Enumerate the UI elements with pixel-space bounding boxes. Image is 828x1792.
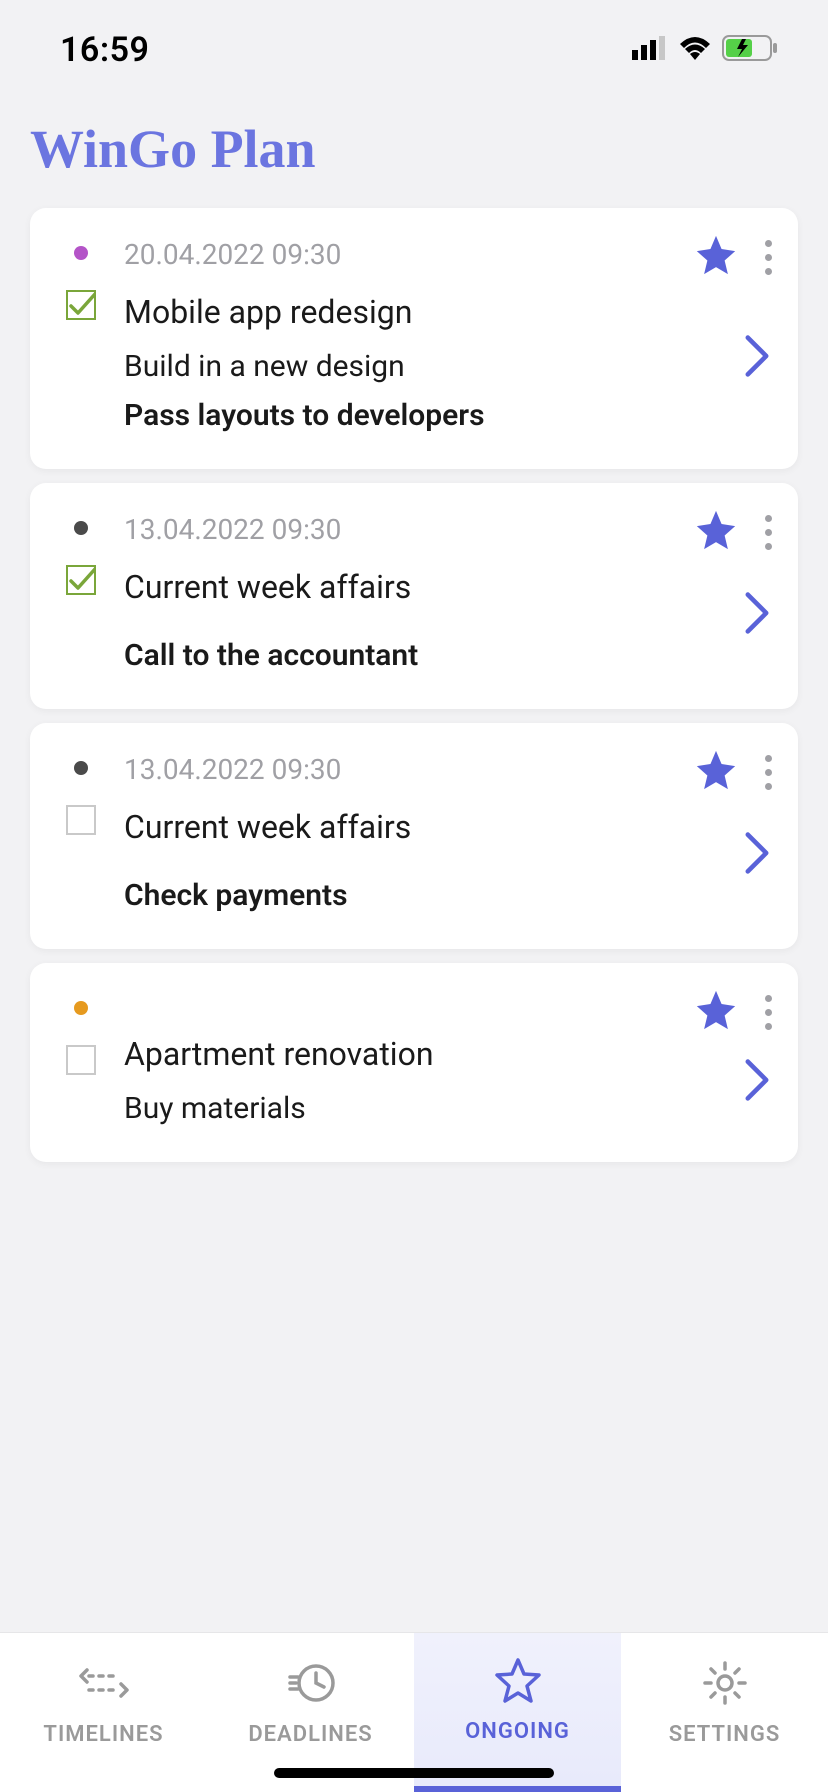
task-title: Apartment renovation: [124, 1035, 654, 1073]
category-dot: [74, 1001, 88, 1015]
task-subtask: Build in a new design: [124, 349, 654, 384]
page-title: WinGo Plan: [0, 100, 828, 208]
star-icon[interactable]: [693, 747, 739, 797]
star-icon[interactable]: [693, 232, 739, 282]
task-list: 20.04.2022 09:30 Mobile app redesign Bui…: [0, 208, 828, 1162]
category-dot: [74, 521, 88, 535]
more-icon[interactable]: [757, 751, 780, 794]
star-icon[interactable]: [693, 507, 739, 557]
task-subtask: Pass layouts to developers: [124, 398, 654, 433]
category-dot: [74, 246, 88, 260]
status-bar: 16:59: [0, 0, 828, 100]
task-title: Current week affairs: [124, 808, 654, 846]
chevron-right-icon[interactable]: [740, 1057, 774, 1107]
clock-icon: [286, 1658, 336, 1712]
task-checkbox[interactable]: [66, 805, 96, 835]
tab-label: DEADLINES: [248, 1722, 372, 1747]
more-icon[interactable]: [757, 991, 780, 1034]
cellular-icon: [632, 36, 668, 64]
task-card[interactable]: Apartment renovation Buy materials: [30, 963, 798, 1162]
wifi-icon: [678, 36, 712, 64]
status-time: 16:59: [60, 30, 149, 70]
status-indicators: [632, 35, 778, 65]
task-subtask: Buy materials: [124, 1091, 654, 1126]
task-card[interactable]: 20.04.2022 09:30 Mobile app redesign Bui…: [30, 208, 798, 469]
tab-label: ONGOING: [465, 1719, 570, 1744]
more-icon[interactable]: [757, 511, 780, 554]
task-date: 20.04.2022 09:30: [124, 238, 654, 271]
task-date: [124, 993, 654, 1025]
task-title: Mobile app redesign: [124, 293, 654, 331]
battery-icon: [722, 35, 778, 65]
chevron-right-icon[interactable]: [740, 333, 774, 383]
timelines-icon: [79, 1658, 129, 1712]
chevron-right-icon[interactable]: [740, 830, 774, 880]
task-checkbox[interactable]: [66, 1045, 96, 1075]
task-checkbox[interactable]: [66, 290, 96, 320]
more-icon[interactable]: [757, 236, 780, 279]
task-date: 13.04.2022 09:30: [124, 513, 654, 546]
tab-label: TIMELINES: [43, 1722, 163, 1747]
star-icon[interactable]: [693, 987, 739, 1037]
gear-icon: [700, 1658, 750, 1712]
task-checkbox[interactable]: [66, 565, 96, 595]
tab-settings[interactable]: SETTINGS: [621, 1633, 828, 1792]
tab-timelines[interactable]: TIMELINES: [0, 1633, 207, 1792]
task-subtask: Call to the accountant: [124, 638, 654, 673]
task-card[interactable]: 13.04.2022 09:30 Current week affairs Ch…: [30, 723, 798, 949]
home-indicator: [274, 1768, 554, 1778]
task-subtask: Check payments: [124, 878, 654, 913]
chevron-right-icon[interactable]: [740, 590, 774, 640]
category-dot: [74, 761, 88, 775]
task-card[interactable]: 13.04.2022 09:30 Current week affairs Ca…: [30, 483, 798, 709]
star-outline-icon: [493, 1655, 543, 1709]
task-date: 13.04.2022 09:30: [124, 753, 654, 786]
task-title: Current week affairs: [124, 568, 654, 606]
tab-label: SETTINGS: [669, 1722, 781, 1747]
